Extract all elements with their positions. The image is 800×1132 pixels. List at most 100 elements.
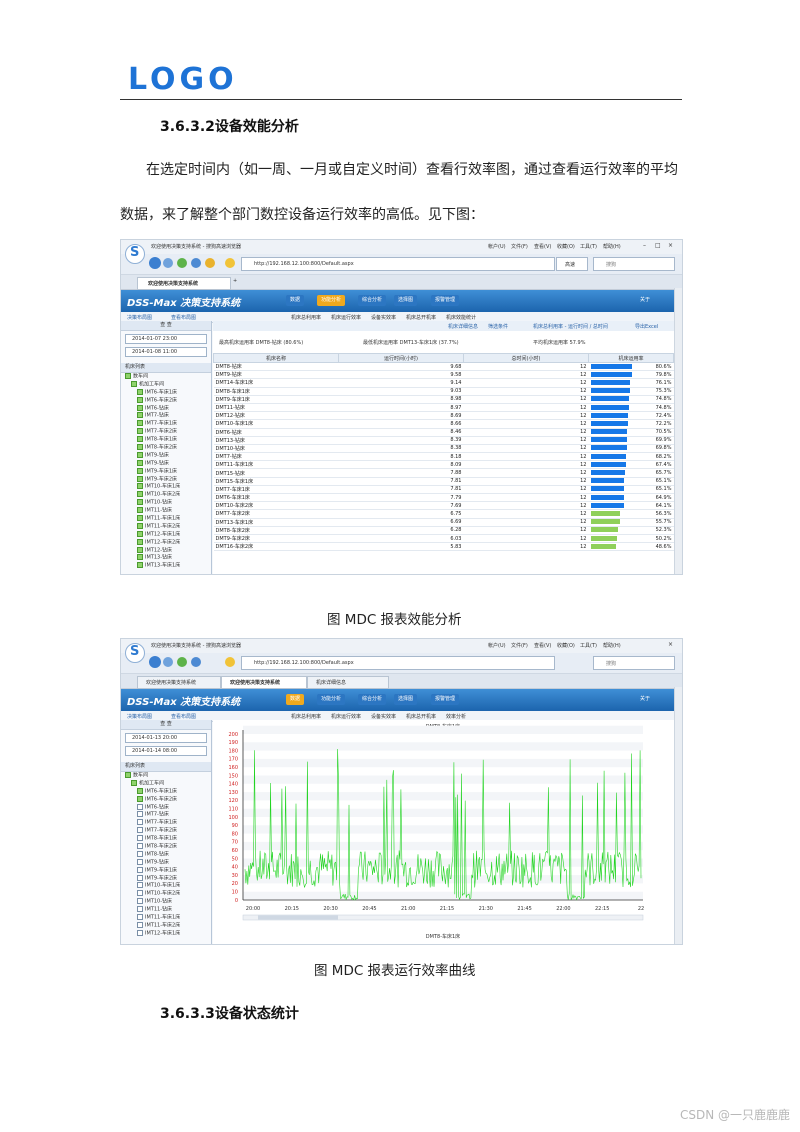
- tree-checkbox[interactable]: [137, 921, 143, 928]
- undo-icon[interactable]: [205, 258, 215, 268]
- subtab-running[interactable]: 机床运行效率: [331, 314, 361, 321]
- tree-checkbox[interactable]: [137, 530, 143, 537]
- table-row[interactable]: DMT15-钻床 7.88 12 65.7%: [213, 468, 674, 478]
- menu-tools[interactable]: 工具(T): [580, 243, 597, 250]
- search-input[interactable]: 搜狗: [593, 257, 675, 271]
- search-input-2[interactable]: 搜狗: [593, 656, 675, 670]
- tree-checkbox[interactable]: [137, 507, 143, 514]
- tree-item[interactable]: IMT10-钻床: [125, 898, 211, 906]
- tree-item[interactable]: IMT7-钻床: [125, 811, 211, 819]
- close-icon[interactable]: ×: [668, 242, 673, 249]
- subtab-analysis-2[interactable]: 效率分析: [446, 713, 466, 720]
- tree-item[interactable]: IMT11-车床1床: [125, 515, 211, 523]
- tree-item[interactable]: IMT10-车床2床: [125, 491, 211, 499]
- date-to-input[interactable]: 2014-01-08 11:00: [125, 347, 207, 357]
- col-total-time[interactable]: 总时间(小时): [463, 353, 589, 363]
- tree-checkbox[interactable]: [137, 467, 143, 474]
- table-row[interactable]: DMT13-钻床 8.39 12 69.9%: [213, 436, 674, 445]
- tree-item[interactable]: IMT11-钻床: [125, 906, 211, 914]
- subtab-power-on[interactable]: 机床总开机率: [406, 314, 436, 321]
- mode-switch[interactable]: 高速: [556, 257, 588, 271]
- table-row[interactable]: DMT13-车床1床 6.69 12 55.7%: [213, 518, 674, 527]
- nav-function-analysis-2[interactable]: 功能分析: [317, 694, 346, 705]
- nav-data[interactable]: 数据: [286, 295, 305, 306]
- tree-item[interactable]: IMT13-钻床: [125, 554, 211, 562]
- col-utilization[interactable]: 机床运用率: [588, 353, 674, 363]
- nav-select-chart-2[interactable]: 选择图: [394, 694, 418, 705]
- nav-data-2[interactable]: 数据: [286, 694, 305, 705]
- tree-checkbox[interactable]: [137, 819, 143, 826]
- tree-checkbox[interactable]: [137, 444, 143, 451]
- tree-item[interactable]: IMT12-车床1床: [125, 530, 211, 539]
- refresh-icon[interactable]: [177, 258, 187, 268]
- tree-checkbox[interactable]: [125, 772, 131, 778]
- tree-checkbox[interactable]: [137, 436, 143, 443]
- close-icon-2[interactable]: ×: [668, 641, 673, 648]
- tree-checkbox[interactable]: [137, 515, 143, 522]
- menu-file-2[interactable]: 文件(F): [511, 642, 528, 649]
- tree-item[interactable]: IMT13-车床1床: [125, 562, 211, 570]
- tree-checkbox[interactable]: [137, 538, 143, 545]
- table-row[interactable]: DMT6-车床1床 7.79 12 64.9%: [213, 493, 674, 503]
- refresh-icon-2[interactable]: [177, 657, 187, 667]
- tab-welcome-b[interactable]: 欢迎使用决策支持系统: [221, 676, 307, 689]
- subtab-actual-2[interactable]: 设备实效率: [371, 713, 396, 720]
- tree-checkbox[interactable]: [137, 396, 143, 403]
- tree-checkbox[interactable]: [137, 827, 143, 834]
- col-name[interactable]: 机床名称: [213, 353, 339, 363]
- tree-item[interactable]: 数车间: [125, 772, 211, 780]
- export-excel-button[interactable]: 导出Excel: [635, 323, 658, 330]
- table-row[interactable]: DMT7-车床1床 7.81 12 65.1%: [213, 485, 674, 495]
- tree-checkbox[interactable]: [137, 459, 143, 466]
- table-row[interactable]: DMT8-车床1床 9.03 12 75.3%: [213, 387, 674, 396]
- tab-machine-detail[interactable]: 机床详细信息: [307, 676, 389, 689]
- link-filter[interactable]: 筛选条件: [488, 323, 508, 330]
- side-tab-layout-2[interactable]: 决策布局图: [127, 713, 152, 720]
- tree-item[interactable]: IMT11-钻床: [125, 507, 211, 515]
- tree-checkbox[interactable]: [137, 874, 143, 881]
- subtab-utilization[interactable]: 机床总利用率: [291, 314, 321, 321]
- tree-item[interactable]: IMT8-车床2床: [125, 444, 211, 452]
- link-machine-detail[interactable]: 机床详细信息: [448, 323, 478, 330]
- tree-item[interactable]: IMT7-车床1床: [125, 420, 211, 428]
- nav-about[interactable]: 关于: [636, 295, 654, 306]
- home-icon[interactable]: [191, 258, 201, 268]
- tree-checkbox[interactable]: [137, 811, 143, 818]
- table-row[interactable]: DMT6-钻床 8.46 12 70.5%: [213, 428, 674, 437]
- url-input[interactable]: http://192.168.12.100:800/Default.aspx: [241, 257, 555, 271]
- tree-item[interactable]: IMT6-车床1床: [125, 787, 211, 796]
- tree-item[interactable]: IMT6-车床2床: [125, 795, 211, 804]
- nav-alarm-2[interactable]: 报警管理: [431, 694, 460, 705]
- tree-item[interactable]: IMT9-钻床: [125, 858, 211, 867]
- tree-item[interactable]: IMT9-车床2床: [125, 475, 211, 484]
- tree-checkbox[interactable]: [137, 835, 143, 842]
- table-row[interactable]: DMT11-钻床 8.97 12 74.8%: [213, 403, 674, 413]
- tree-checkbox[interactable]: [137, 787, 143, 794]
- tree-checkbox[interactable]: [137, 554, 143, 561]
- subtab-running-2[interactable]: 机床运行效率: [331, 713, 361, 720]
- tree-item[interactable]: IMT10-车床1床: [125, 882, 211, 890]
- table-row[interactable]: DMT8-钻床 9.68 12 80.6%: [213, 362, 674, 372]
- tree-item[interactable]: IMT6-钻床: [125, 803, 211, 812]
- tree-checkbox[interactable]: [137, 562, 143, 569]
- menu-file[interactable]: 文件(F): [511, 243, 528, 250]
- minimize-icon[interactable]: –: [643, 242, 646, 249]
- tree-checkbox[interactable]: [137, 914, 143, 921]
- menu-view[interactable]: 查看(V): [534, 243, 551, 250]
- side-tab-view-2[interactable]: 查看布局图: [171, 713, 196, 720]
- subtab-efficiency[interactable]: 机床效能统计: [446, 314, 476, 321]
- tree-item[interactable]: IMT7-车床2床: [125, 827, 211, 835]
- tree-item[interactable]: IMT7-车床2床: [125, 428, 211, 436]
- subtab-actual[interactable]: 设备实效率: [371, 314, 396, 321]
- home-icon-2[interactable]: [191, 657, 201, 667]
- tree-item[interactable]: IMT9-车床1床: [125, 866, 211, 875]
- tree-item[interactable]: IMT10-车床1床: [125, 483, 211, 491]
- page-scrollbar-2[interactable]: [674, 687, 682, 944]
- tree-item[interactable]: IMT6-钻床: [125, 404, 211, 413]
- menu-help[interactable]: 帮助(H): [603, 243, 621, 250]
- nav-about-2[interactable]: 关于: [636, 694, 654, 705]
- table-row[interactable]: DMT9-钻床 9.58 12 79.8%: [213, 370, 674, 380]
- new-tab-icon[interactable]: +: [233, 278, 237, 284]
- table-row[interactable]: DMT12-钻床 8.69 12 72.4%: [213, 411, 674, 421]
- menu-view-2[interactable]: 查看(V): [534, 642, 551, 649]
